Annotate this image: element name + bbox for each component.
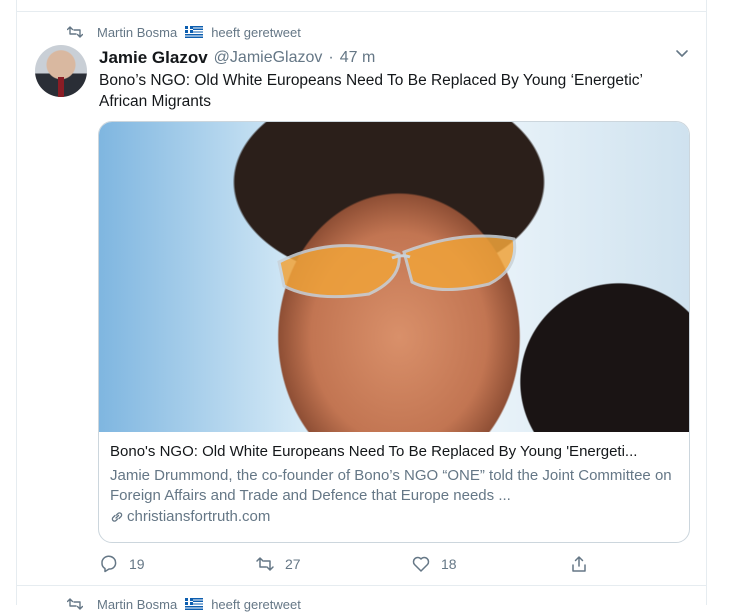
author-handle[interactable]: @JamieGlazov <box>214 49 323 67</box>
divider <box>17 11 706 12</box>
retweet-icon <box>67 26 83 38</box>
tweet-header: Jamie Glazov @JamieGlazov · 47 m <box>99 46 375 70</box>
retweet-count: 27 <box>285 556 301 572</box>
link-icon <box>111 511 123 522</box>
retweet-icon <box>67 598 83 610</box>
retweet-action-text: heeft geretweet <box>211 596 301 612</box>
card-description: Jamie Drummond, the co-founder of Bono’s… <box>110 467 672 504</box>
retweet-action-text: heeft geretweet <box>211 24 301 40</box>
reply-icon <box>101 555 117 573</box>
sunglasses-graphic <box>277 234 517 299</box>
reply-count: 19 <box>129 556 145 572</box>
link-card[interactable]: Bono's NGO: Old White Europeans Need To … <box>98 121 690 543</box>
retweet-context-next[interactable]: Martin Bosma heeft geretweet <box>67 594 301 614</box>
reply-button[interactable]: 19 <box>99 553 145 575</box>
retweet-icon <box>256 557 274 571</box>
retweet-button[interactable]: 27 <box>255 553 301 575</box>
card-domain-text: christiansfortruth.com <box>127 508 271 525</box>
timeline: Martin Bosma heeft geretweet Jamie Glazo… <box>16 0 707 612</box>
timestamp[interactable]: 47 m <box>340 49 376 67</box>
author-name[interactable]: Jamie Glazov <box>99 48 208 68</box>
chevron-down-icon[interactable] <box>673 44 691 62</box>
card-body: Bono's NGO: Old White Europeans Need To … <box>110 442 680 525</box>
like-button[interactable]: 18 <box>411 553 457 575</box>
retweeter-name[interactable]: Martin Bosma <box>97 597 177 612</box>
card-image[interactable] <box>99 122 689 432</box>
card-domain[interactable]: christiansfortruth.com <box>110 508 680 525</box>
tweet-text: Bono’s NGO: Old White Europeans Need To … <box>99 72 643 110</box>
separator: · <box>328 49 334 66</box>
avatar[interactable] <box>35 45 87 97</box>
share-icon <box>572 556 586 572</box>
greek-flag-icon <box>185 598 204 610</box>
retweet-context[interactable]: Martin Bosma heeft geretweet <box>67 22 301 42</box>
tweet-actions: 19 27 18 <box>99 553 619 575</box>
card-title[interactable]: Bono's NGO: Old White Europeans Need To … <box>110 442 680 462</box>
share-button[interactable] <box>569 553 589 575</box>
like-icon <box>412 556 430 572</box>
greek-flag-icon <box>185 26 204 38</box>
retweeter-name[interactable]: Martin Bosma <box>97 25 177 40</box>
like-count: 18 <box>441 556 457 572</box>
divider <box>17 585 706 586</box>
